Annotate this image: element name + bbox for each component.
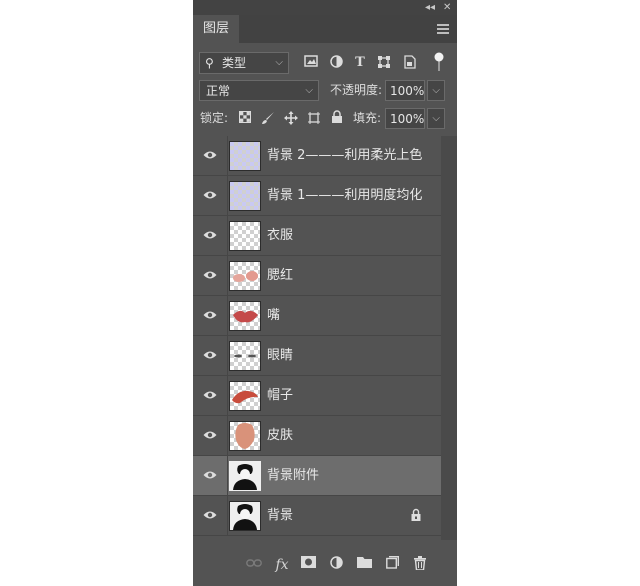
move-icon[interactable]: [283, 111, 299, 127]
layer-name: 嘴: [267, 308, 281, 323]
eye-icon[interactable]: [203, 230, 217, 240]
opacity-value: 100%: [390, 84, 425, 98]
layer-row[interactable]: 背景: [193, 496, 441, 536]
layer-row[interactable]: 背景 1———利用明度均化: [193, 176, 441, 216]
layer-thumbnail: [229, 221, 261, 251]
fx-icon[interactable]: fx: [273, 556, 291, 574]
layer-row[interactable]: 背景 2———利用柔光上色: [193, 136, 441, 176]
layer-row[interactable]: 眼睛: [193, 336, 441, 376]
layer-row-selected[interactable]: 背景附件: [193, 456, 441, 496]
eye-icon[interactable]: [203, 310, 217, 320]
panel-title-strip: ◂◂ ✕: [193, 0, 457, 15]
layer-name: 背景: [267, 508, 294, 523]
layers-list: 背景 2———利用柔光上色 背景 1———利用明度均化 衣服 腮红 嘴 眼睛 帽…: [193, 136, 457, 540]
layer-thumbnail: [229, 341, 261, 371]
fill-value: 100%: [390, 112, 425, 126]
opacity-dropdown[interactable]: ⌵: [427, 80, 445, 101]
link-layers-icon[interactable]: [245, 556, 263, 574]
layer-name: 腮红: [267, 268, 294, 283]
layer-thumbnail: [229, 501, 261, 531]
layer-row[interactable]: 帽子: [193, 376, 441, 416]
chevron-down-icon: ⌵: [305, 85, 313, 96]
filter-row: ⚲ 类型 ⌵ T: [193, 50, 457, 74]
layer-name: 眼睛: [267, 348, 294, 363]
fill-dropdown[interactable]: ⌵: [427, 108, 445, 129]
lock-row: 锁定: 填充: 100% ⌵: [193, 108, 457, 130]
layer-name: 皮肤: [267, 428, 294, 443]
smart-object-filter-icon[interactable]: [401, 55, 417, 71]
eye-icon[interactable]: [203, 390, 217, 400]
eye-icon[interactable]: [203, 270, 217, 280]
brush-icon[interactable]: [260, 111, 276, 127]
adjustment-layer-icon[interactable]: [327, 556, 345, 574]
opacity-label: 不透明度:: [330, 83, 383, 97]
filter-kind-label: 类型: [222, 56, 247, 70]
lock-label: 锁定:: [200, 111, 229, 125]
eye-icon[interactable]: [203, 470, 217, 480]
layer-thumbnail: [229, 261, 261, 291]
artboard-lock-icon[interactable]: [306, 111, 322, 127]
lock-icon[interactable]: [411, 508, 421, 522]
layer-row[interactable]: 皮肤: [193, 416, 441, 456]
chevron-down-icon: ⌵: [432, 85, 440, 96]
layer-row[interactable]: 嘴: [193, 296, 441, 336]
filter-toggle-icon[interactable]: [431, 52, 447, 71]
close-icon[interactable]: ✕: [443, 1, 451, 14]
layer-name: 背景附件: [267, 468, 320, 483]
image-filter-icon[interactable]: [303, 55, 319, 71]
tab-layers[interactable]: 图层: [193, 15, 239, 43]
layer-thumbnail: [229, 461, 261, 491]
eye-icon[interactable]: [203, 350, 217, 360]
add-mask-icon[interactable]: [299, 556, 317, 574]
layer-name: 衣服: [267, 228, 294, 243]
layers-panel: ◂◂ ✕ 图层 ⚲ 类型 ⌵ T 正常 ⌵ 不透明度: 100% ⌵ 锁定: 填…: [193, 0, 457, 586]
opacity-field[interactable]: 100%: [385, 80, 425, 101]
search-icon: ⚲: [205, 56, 214, 70]
blend-mode-select[interactable]: 正常 ⌵: [199, 80, 319, 101]
new-layer-icon[interactable]: [383, 556, 401, 574]
trash-icon[interactable]: [411, 556, 429, 574]
layers-scrollbar[interactable]: [441, 136, 457, 540]
layer-name: 背景 2———利用柔光上色: [267, 148, 423, 163]
layer-name: 帽子: [267, 388, 294, 403]
layer-name: 背景 1———利用明度均化: [267, 188, 423, 203]
blend-row: 正常 ⌵ 不透明度: 100% ⌵: [193, 80, 457, 102]
blend-mode-value: 正常: [206, 84, 231, 98]
layer-thumbnail: [229, 141, 261, 171]
layer-row[interactable]: 衣服: [193, 216, 441, 256]
layers-footer-toolbar: fx: [193, 548, 457, 586]
eye-icon[interactable]: [203, 430, 217, 440]
chevron-down-icon: ⌵: [432, 113, 440, 124]
layer-row[interactable]: 腮红: [193, 256, 441, 296]
new-group-icon[interactable]: [355, 556, 373, 574]
layer-thumbnail: [229, 301, 261, 331]
layer-thumbnail: [229, 421, 261, 451]
fill-label: 填充:: [353, 111, 382, 125]
chevron-down-icon: ⌵: [275, 57, 283, 68]
lock-transparent-pixels-icon[interactable]: [237, 111, 253, 127]
layer-thumbnail: [229, 181, 261, 211]
adjustment-filter-icon[interactable]: [328, 55, 344, 71]
eye-icon[interactable]: [203, 190, 217, 200]
panel-tab-bar: 图层: [193, 15, 457, 43]
filter-kind-select[interactable]: ⚲ 类型 ⌵: [199, 52, 289, 74]
layer-thumbnail: [229, 381, 261, 411]
eye-icon[interactable]: [203, 510, 217, 520]
fill-field[interactable]: 100%: [385, 108, 425, 129]
eye-icon[interactable]: [203, 150, 217, 160]
lock-all-icon[interactable]: [329, 110, 345, 126]
type-filter-icon[interactable]: T: [352, 55, 368, 71]
shape-filter-icon[interactable]: [376, 55, 392, 71]
hamburger-icon[interactable]: [437, 24, 449, 34]
collapse-icon[interactable]: ◂◂: [425, 1, 435, 14]
